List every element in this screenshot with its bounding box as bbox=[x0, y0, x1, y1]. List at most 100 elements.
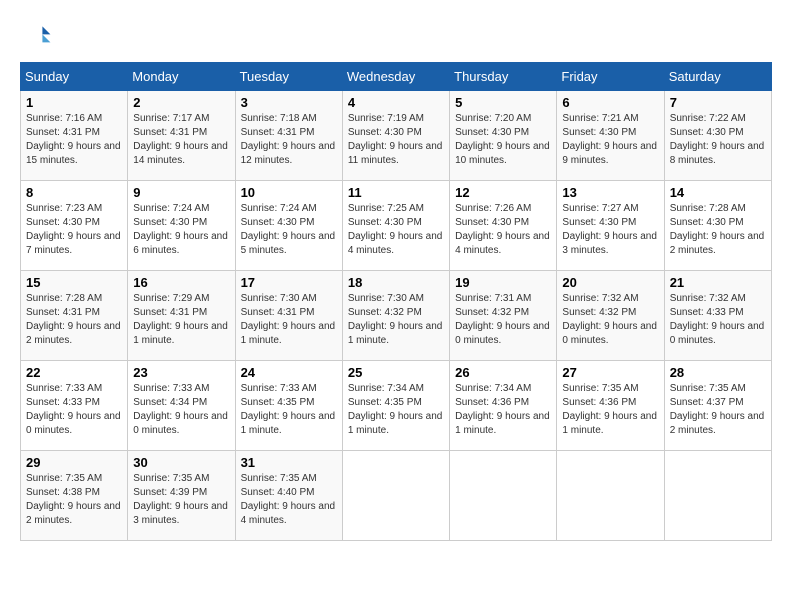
day-number: 19 bbox=[455, 275, 551, 290]
day-number: 15 bbox=[26, 275, 122, 290]
calendar-cell: 25 Sunrise: 7:34 AM Sunset: 4:35 PM Dayl… bbox=[342, 361, 449, 451]
day-info: Sunrise: 7:21 AM Sunset: 4:30 PM Dayligh… bbox=[562, 112, 658, 168]
col-header-monday: Monday bbox=[128, 63, 235, 91]
col-header-tuesday: Tuesday bbox=[235, 63, 342, 91]
calendar-cell: 16 Sunrise: 7:29 AM Sunset: 4:31 PM Dayl… bbox=[128, 271, 235, 361]
calendar-cell: 28 Sunrise: 7:35 AM Sunset: 4:37 PM Dayl… bbox=[664, 361, 771, 451]
day-info: Sunrise: 7:17 AM Sunset: 4:31 PM Dayligh… bbox=[133, 112, 229, 168]
calendar-cell: 4 Sunrise: 7:19 AM Sunset: 4:30 PM Dayli… bbox=[342, 91, 449, 181]
day-info: Sunrise: 7:30 AM Sunset: 4:32 PM Dayligh… bbox=[348, 292, 444, 348]
day-number: 5 bbox=[455, 95, 551, 110]
day-number: 22 bbox=[26, 365, 122, 380]
day-number: 6 bbox=[562, 95, 658, 110]
calendar-cell: 26 Sunrise: 7:34 AM Sunset: 4:36 PM Dayl… bbox=[450, 361, 557, 451]
header-row: SundayMondayTuesdayWednesdayThursdayFrid… bbox=[21, 63, 772, 91]
day-info: Sunrise: 7:33 AM Sunset: 4:35 PM Dayligh… bbox=[241, 382, 337, 438]
calendar-cell bbox=[450, 451, 557, 541]
calendar-cell: 10 Sunrise: 7:24 AM Sunset: 4:30 PM Dayl… bbox=[235, 181, 342, 271]
calendar-cell: 12 Sunrise: 7:26 AM Sunset: 4:30 PM Dayl… bbox=[450, 181, 557, 271]
col-header-wednesday: Wednesday bbox=[342, 63, 449, 91]
calendar-cell: 27 Sunrise: 7:35 AM Sunset: 4:36 PM Dayl… bbox=[557, 361, 664, 451]
calendar-cell bbox=[557, 451, 664, 541]
calendar-cell: 8 Sunrise: 7:23 AM Sunset: 4:30 PM Dayli… bbox=[21, 181, 128, 271]
day-info: Sunrise: 7:35 AM Sunset: 4:37 PM Dayligh… bbox=[670, 382, 766, 438]
day-number: 20 bbox=[562, 275, 658, 290]
logo-icon bbox=[20, 20, 52, 52]
calendar-cell: 3 Sunrise: 7:18 AM Sunset: 4:31 PM Dayli… bbox=[235, 91, 342, 181]
day-info: Sunrise: 7:26 AM Sunset: 4:30 PM Dayligh… bbox=[455, 202, 551, 258]
day-info: Sunrise: 7:35 AM Sunset: 4:40 PM Dayligh… bbox=[241, 472, 337, 528]
calendar-cell: 6 Sunrise: 7:21 AM Sunset: 4:30 PM Dayli… bbox=[557, 91, 664, 181]
day-info: Sunrise: 7:27 AM Sunset: 4:30 PM Dayligh… bbox=[562, 202, 658, 258]
page-header bbox=[20, 20, 772, 52]
calendar-cell: 24 Sunrise: 7:33 AM Sunset: 4:35 PM Dayl… bbox=[235, 361, 342, 451]
calendar-cell: 11 Sunrise: 7:25 AM Sunset: 4:30 PM Dayl… bbox=[342, 181, 449, 271]
day-info: Sunrise: 7:30 AM Sunset: 4:31 PM Dayligh… bbox=[241, 292, 337, 348]
calendar-cell: 18 Sunrise: 7:30 AM Sunset: 4:32 PM Dayl… bbox=[342, 271, 449, 361]
calendar-table: SundayMondayTuesdayWednesdayThursdayFrid… bbox=[20, 62, 772, 541]
day-number: 31 bbox=[241, 455, 337, 470]
calendar-cell: 7 Sunrise: 7:22 AM Sunset: 4:30 PM Dayli… bbox=[664, 91, 771, 181]
calendar-cell: 23 Sunrise: 7:33 AM Sunset: 4:34 PM Dayl… bbox=[128, 361, 235, 451]
calendar-cell: 29 Sunrise: 7:35 AM Sunset: 4:38 PM Dayl… bbox=[21, 451, 128, 541]
day-info: Sunrise: 7:34 AM Sunset: 4:35 PM Dayligh… bbox=[348, 382, 444, 438]
day-number: 8 bbox=[26, 185, 122, 200]
calendar-cell: 14 Sunrise: 7:28 AM Sunset: 4:30 PM Dayl… bbox=[664, 181, 771, 271]
col-header-saturday: Saturday bbox=[664, 63, 771, 91]
calendar-cell: 20 Sunrise: 7:32 AM Sunset: 4:32 PM Dayl… bbox=[557, 271, 664, 361]
calendar-cell: 1 Sunrise: 7:16 AM Sunset: 4:31 PM Dayli… bbox=[21, 91, 128, 181]
day-info: Sunrise: 7:25 AM Sunset: 4:30 PM Dayligh… bbox=[348, 202, 444, 258]
day-number: 16 bbox=[133, 275, 229, 290]
day-number: 18 bbox=[348, 275, 444, 290]
day-info: Sunrise: 7:33 AM Sunset: 4:33 PM Dayligh… bbox=[26, 382, 122, 438]
day-number: 1 bbox=[26, 95, 122, 110]
calendar-cell: 22 Sunrise: 7:33 AM Sunset: 4:33 PM Dayl… bbox=[21, 361, 128, 451]
day-info: Sunrise: 7:32 AM Sunset: 4:33 PM Dayligh… bbox=[670, 292, 766, 348]
calendar-cell: 30 Sunrise: 7:35 AM Sunset: 4:39 PM Dayl… bbox=[128, 451, 235, 541]
day-number: 2 bbox=[133, 95, 229, 110]
col-header-sunday: Sunday bbox=[21, 63, 128, 91]
calendar-week-2: 8 Sunrise: 7:23 AM Sunset: 4:30 PM Dayli… bbox=[21, 181, 772, 271]
day-number: 24 bbox=[241, 365, 337, 380]
calendar-cell: 17 Sunrise: 7:30 AM Sunset: 4:31 PM Dayl… bbox=[235, 271, 342, 361]
calendar-week-1: 1 Sunrise: 7:16 AM Sunset: 4:31 PM Dayli… bbox=[21, 91, 772, 181]
day-info: Sunrise: 7:35 AM Sunset: 4:38 PM Dayligh… bbox=[26, 472, 122, 528]
day-info: Sunrise: 7:31 AM Sunset: 4:32 PM Dayligh… bbox=[455, 292, 551, 348]
day-info: Sunrise: 7:29 AM Sunset: 4:31 PM Dayligh… bbox=[133, 292, 229, 348]
day-info: Sunrise: 7:34 AM Sunset: 4:36 PM Dayligh… bbox=[455, 382, 551, 438]
day-number: 14 bbox=[670, 185, 766, 200]
day-info: Sunrise: 7:23 AM Sunset: 4:30 PM Dayligh… bbox=[26, 202, 122, 258]
day-info: Sunrise: 7:24 AM Sunset: 4:30 PM Dayligh… bbox=[241, 202, 337, 258]
calendar-cell: 15 Sunrise: 7:28 AM Sunset: 4:31 PM Dayl… bbox=[21, 271, 128, 361]
day-number: 13 bbox=[562, 185, 658, 200]
day-number: 29 bbox=[26, 455, 122, 470]
day-info: Sunrise: 7:20 AM Sunset: 4:30 PM Dayligh… bbox=[455, 112, 551, 168]
calendar-week-4: 22 Sunrise: 7:33 AM Sunset: 4:33 PM Dayl… bbox=[21, 361, 772, 451]
day-info: Sunrise: 7:24 AM Sunset: 4:30 PM Dayligh… bbox=[133, 202, 229, 258]
col-header-friday: Friday bbox=[557, 63, 664, 91]
day-info: Sunrise: 7:35 AM Sunset: 4:36 PM Dayligh… bbox=[562, 382, 658, 438]
calendar-cell: 13 Sunrise: 7:27 AM Sunset: 4:30 PM Dayl… bbox=[557, 181, 664, 271]
calendar-week-5: 29 Sunrise: 7:35 AM Sunset: 4:38 PM Dayl… bbox=[21, 451, 772, 541]
day-number: 3 bbox=[241, 95, 337, 110]
day-info: Sunrise: 7:19 AM Sunset: 4:30 PM Dayligh… bbox=[348, 112, 444, 168]
day-number: 23 bbox=[133, 365, 229, 380]
day-number: 21 bbox=[670, 275, 766, 290]
day-info: Sunrise: 7:22 AM Sunset: 4:30 PM Dayligh… bbox=[670, 112, 766, 168]
calendar-cell: 9 Sunrise: 7:24 AM Sunset: 4:30 PM Dayli… bbox=[128, 181, 235, 271]
day-number: 27 bbox=[562, 365, 658, 380]
day-number: 9 bbox=[133, 185, 229, 200]
day-info: Sunrise: 7:32 AM Sunset: 4:32 PM Dayligh… bbox=[562, 292, 658, 348]
day-info: Sunrise: 7:16 AM Sunset: 4:31 PM Dayligh… bbox=[26, 112, 122, 168]
day-number: 12 bbox=[455, 185, 551, 200]
calendar-cell bbox=[342, 451, 449, 541]
day-number: 26 bbox=[455, 365, 551, 380]
day-number: 30 bbox=[133, 455, 229, 470]
calendar-cell: 5 Sunrise: 7:20 AM Sunset: 4:30 PM Dayli… bbox=[450, 91, 557, 181]
day-number: 17 bbox=[241, 275, 337, 290]
calendar-cell bbox=[664, 451, 771, 541]
day-info: Sunrise: 7:18 AM Sunset: 4:31 PM Dayligh… bbox=[241, 112, 337, 168]
day-number: 7 bbox=[670, 95, 766, 110]
day-info: Sunrise: 7:28 AM Sunset: 4:31 PM Dayligh… bbox=[26, 292, 122, 348]
calendar-cell: 21 Sunrise: 7:32 AM Sunset: 4:33 PM Dayl… bbox=[664, 271, 771, 361]
